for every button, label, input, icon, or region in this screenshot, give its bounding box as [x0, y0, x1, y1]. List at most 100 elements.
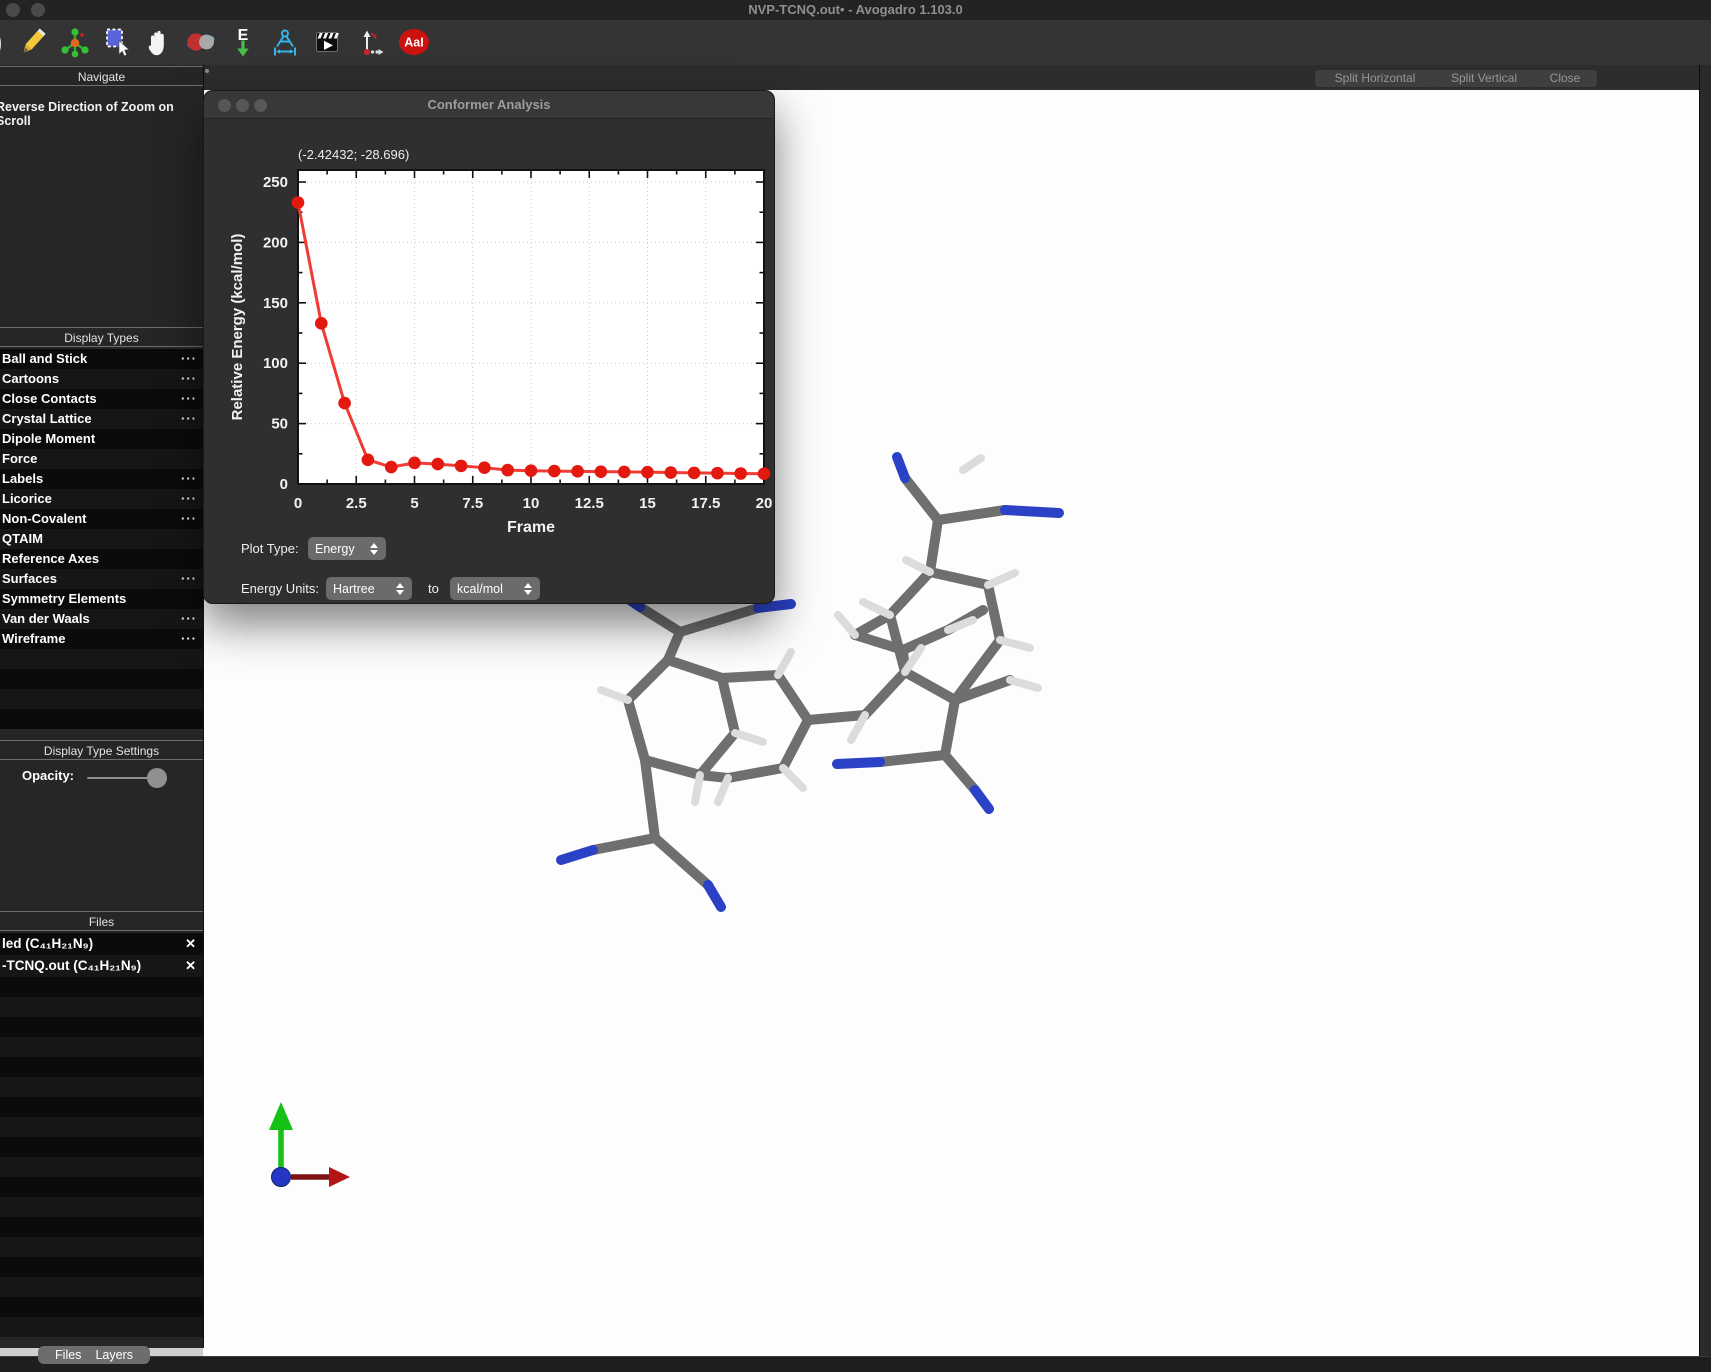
- svg-text:5: 5: [410, 495, 418, 512]
- display-type-options-button[interactable]: ···: [181, 509, 197, 529]
- display-type-row[interactable]: Non-Covalent ···: [0, 509, 203, 529]
- display-type-options-button[interactable]: ···: [181, 569, 197, 589]
- display-type-options-button[interactable]: ···: [181, 409, 197, 429]
- empty-row: [0, 1137, 203, 1157]
- display-type-row[interactable]: Ball and Stick···: [0, 349, 203, 369]
- to-label: to: [428, 581, 439, 596]
- display-type-row[interactable]: Surfaces···: [0, 569, 203, 589]
- svg-text:50: 50: [271, 416, 288, 433]
- display-type-options-button[interactable]: ···: [181, 489, 197, 509]
- display-type-row[interactable]: Reference Axes: [0, 549, 203, 569]
- svg-text:17.5: 17.5: [691, 495, 720, 512]
- template-tool-icon[interactable]: [56, 25, 94, 61]
- file-row[interactable]: led (C₄₁H₂₁N₉)✕: [0, 933, 203, 955]
- display-type-options-button[interactable]: ···: [181, 629, 197, 649]
- dock-tab-layers[interactable]: Layers: [95, 1348, 133, 1362]
- selection-tool-icon[interactable]: [98, 25, 136, 61]
- navigate-panel-header: Navigate: [0, 66, 203, 86]
- file-close-button[interactable]: ✕: [185, 933, 196, 955]
- files-panel-header: Files: [0, 911, 203, 931]
- main-toolbar: E: [0, 20, 1711, 66]
- empty-row: [0, 1077, 203, 1097]
- empty-row: [0, 1197, 203, 1217]
- plot-type-select[interactable]: Energy: [308, 537, 386, 560]
- chevron-updown-icon: [396, 582, 405, 596]
- unit-to-value: kcal/mol: [457, 582, 503, 596]
- bond-centric-tool-icon[interactable]: [182, 25, 220, 61]
- display-type-row[interactable]: QTAIM: [0, 529, 203, 549]
- opacity-label: Opacity:: [22, 768, 74, 783]
- display-types-header: Display Types: [0, 327, 203, 347]
- display-type-label: QTAIM: [2, 529, 43, 549]
- display-type-row[interactable]: Licorice···: [0, 489, 203, 509]
- display-type-settings-header: Display Type Settings: [0, 740, 203, 760]
- label-tool-icon[interactable]: AaI: [392, 25, 436, 61]
- display-type-label: Van der Waals: [2, 609, 90, 629]
- display-type-row[interactable]: Force: [0, 449, 203, 469]
- pencil-draw-tool-icon[interactable]: [14, 25, 52, 61]
- svg-text:150: 150: [263, 295, 288, 312]
- display-type-options-button[interactable]: ···: [181, 389, 197, 409]
- display-type-row[interactable]: Labels···: [0, 469, 203, 489]
- file-label: -TCNQ.out (C₄₁H₂₁N₉): [2, 955, 141, 977]
- display-type-row[interactable]: Dipole Moment: [0, 429, 203, 449]
- conformer-energy-plot[interactable]: 02.557.51012.51517.520050100150200250Fra…: [298, 170, 764, 484]
- opacity-slider-thumb[interactable]: [147, 768, 167, 788]
- svg-text:250: 250: [263, 174, 288, 191]
- empty-row: [0, 1277, 203, 1297]
- auto-optimize-tool-icon[interactable]: E: [224, 25, 262, 61]
- empty-row: [0, 997, 203, 1017]
- display-type-row[interactable]: Cartoons···: [0, 369, 203, 389]
- label-tool-text: AaI: [404, 36, 423, 50]
- y-axis-arrow: [269, 1102, 293, 1130]
- empty-row: [0, 977, 203, 997]
- display-types-list: Ball and Stick···Cartoons···Close Contac…: [0, 349, 203, 729]
- svg-text:0: 0: [294, 495, 302, 512]
- reverse-zoom-option[interactable]: Reverse Direction of Zoom on Scroll: [0, 100, 203, 128]
- dialog-titlebar[interactable]: Conformer Analysis: [204, 91, 774, 119]
- split-horizontal-button[interactable]: Split Horizontal: [1315, 70, 1435, 87]
- display-type-row[interactable]: Close Contacts···: [0, 389, 203, 409]
- empty-row: [0, 709, 203, 729]
- window-right-edge: [1699, 65, 1711, 1372]
- empty-row: [0, 1177, 203, 1197]
- display-type-row[interactable]: Symmetry Elements: [0, 589, 203, 609]
- file-close-button[interactable]: ✕: [185, 955, 196, 977]
- file-row[interactable]: -TCNQ.out (C₄₁H₂₁N₉) ✕: [0, 955, 203, 977]
- svg-text:Frame: Frame: [507, 519, 555, 536]
- energy-unit-to-select[interactable]: kcal/mol: [450, 577, 540, 600]
- manipulate-axes-tool-icon[interactable]: [350, 25, 388, 61]
- svg-text:12.5: 12.5: [575, 495, 604, 512]
- dock-tab-files[interactable]: Files: [55, 1348, 81, 1362]
- measure-tool-icon[interactable]: [266, 25, 304, 61]
- conformer-analysis-dialog: Conformer Analysis (-2.42432; -28.696) 0…: [203, 90, 775, 604]
- empty-row: [0, 649, 203, 669]
- display-type-row[interactable]: Crystal Lattice···: [0, 409, 203, 429]
- empty-row: [0, 1317, 203, 1337]
- display-type-row[interactable]: Van der Waals ···: [0, 609, 203, 629]
- svg-text:200: 200: [263, 234, 288, 251]
- empty-row: [0, 1217, 203, 1237]
- display-type-options-button[interactable]: ···: [181, 469, 197, 489]
- animation-tool-icon[interactable]: [308, 25, 346, 61]
- dialog-title: Conformer Analysis: [204, 91, 774, 119]
- empty-row: [0, 1117, 203, 1137]
- energy-unit-from-select[interactable]: Hartree: [326, 577, 412, 600]
- navigate-tool-icon[interactable]: [140, 25, 178, 61]
- left-dock: Navigate Reverse Direction of Zoom on Sc…: [0, 65, 204, 1348]
- plot-type-label: Plot Type:: [241, 541, 299, 556]
- display-type-options-button[interactable]: ···: [181, 349, 197, 369]
- split-vertical-button[interactable]: Split Vertical: [1431, 70, 1537, 87]
- empty-row: [0, 1157, 203, 1177]
- empty-row: [0, 1237, 203, 1257]
- display-type-label: Dipole Moment: [2, 429, 95, 449]
- close-view-button[interactable]: Close: [1533, 70, 1597, 87]
- energy-units-label: Energy Units:: [241, 581, 319, 596]
- display-type-row[interactable]: Wireframe···: [0, 629, 203, 649]
- display-type-label: Non-Covalent: [2, 509, 87, 529]
- display-type-options-button[interactable]: ···: [181, 609, 197, 629]
- svg-text:Relative Energy (kcal/mol): Relative Energy (kcal/mol): [229, 234, 246, 421]
- display-type-options-button[interactable]: ···: [181, 369, 197, 389]
- bottom-bar: [0, 1356, 1711, 1372]
- cursor-coordinate-readout: (-2.42432; -28.696): [298, 147, 409, 162]
